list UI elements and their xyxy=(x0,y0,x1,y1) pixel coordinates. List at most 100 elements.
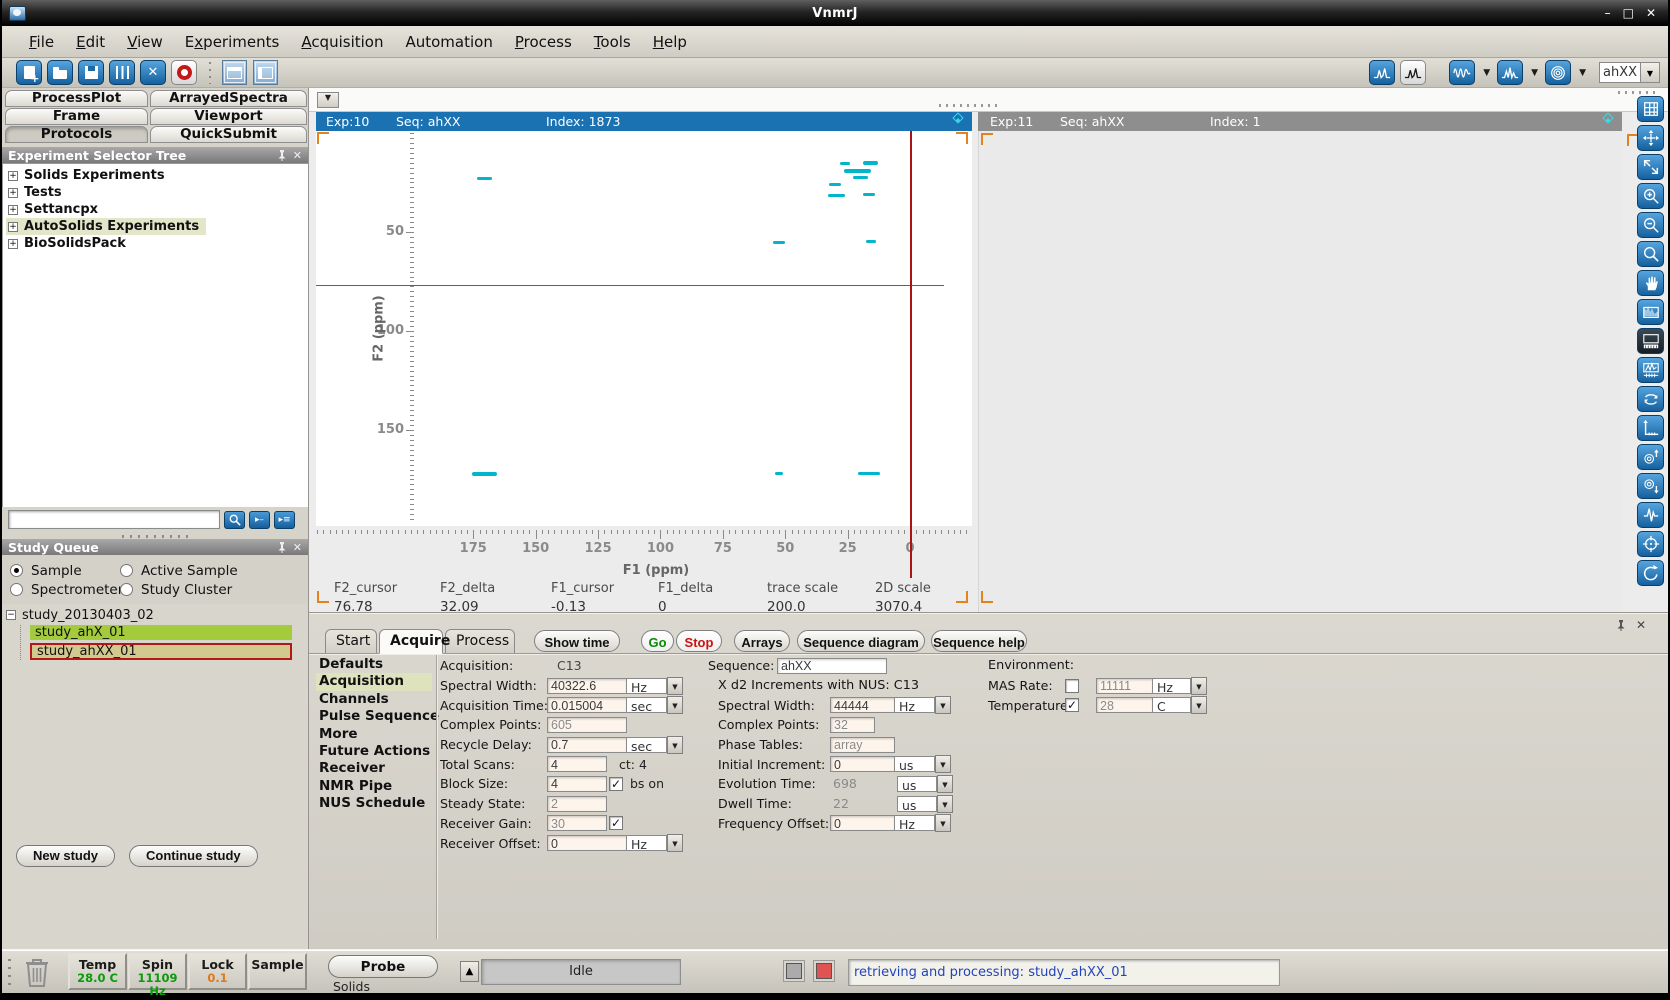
status-indicator-gray-button[interactable] xyxy=(786,963,802,979)
pin-icon[interactable] xyxy=(277,542,287,553)
recycle-delay-input[interactable] xyxy=(547,737,627,753)
contour-display-button[interactable] xyxy=(1545,60,1571,85)
center-target-button[interactable] xyxy=(1637,531,1664,557)
status-indicator-red-button[interactable] xyxy=(816,963,832,979)
unit-dropdown-arrow[interactable]: ▼ xyxy=(937,795,953,813)
new-experiment-button[interactable] xyxy=(16,60,42,85)
recycle-delay-unit[interactable]: sec xyxy=(627,737,667,753)
tree-item-tests[interactable]: +Tests xyxy=(6,184,308,201)
sequence-diagram-button[interactable]: Sequence diagram xyxy=(797,630,925,652)
fid-display-button[interactable] xyxy=(1449,60,1475,85)
return-redraw-button[interactable] xyxy=(1637,560,1664,586)
spectrum-overlay-button[interactable] xyxy=(1637,299,1664,325)
close-panel-icon[interactable]: ✕ xyxy=(1636,618,1646,632)
maximize-button[interactable]: □ xyxy=(1623,6,1634,20)
radio-spectrometer[interactable] xyxy=(10,583,23,596)
category-nmr-pipe[interactable]: NMR Pipe xyxy=(316,778,432,795)
parameter-arrays-button[interactable] xyxy=(109,60,135,85)
prompt-view-button[interactable]: ▸– xyxy=(249,511,270,529)
tab-arrayedspectra[interactable]: ArrayedSpectra xyxy=(150,90,307,107)
category-defaults[interactable]: Defaults xyxy=(316,656,432,673)
menu-experiments[interactable]: Experiments xyxy=(174,33,291,51)
unit-dropdown-arrow[interactable]: ▼ xyxy=(667,834,683,852)
tree-item-autosolids-experiments[interactable]: +AutoSolids Experiments xyxy=(6,218,206,235)
tree-view-button[interactable]: ▸≡ xyxy=(274,511,295,529)
frame-selector-dropdown[interactable]: ▼ xyxy=(317,92,339,108)
spectrum-plot[interactable]: 175150125100755025050100150F1 (ppm)F2 (p… xyxy=(316,131,972,612)
dwell-time-unit[interactable]: us xyxy=(897,796,937,812)
zoom-out-button[interactable] xyxy=(1637,212,1664,238)
category-channels[interactable]: Channels xyxy=(316,691,432,708)
complex-points-input[interactable] xyxy=(547,717,627,733)
arrays-button[interactable]: Arrays xyxy=(734,630,790,652)
mas-rate-unit[interactable]: Hz xyxy=(1153,678,1191,694)
open-button[interactable] xyxy=(47,60,73,85)
close-button[interactable]: ✕ xyxy=(1646,6,1656,20)
collapse-icon[interactable]: − xyxy=(6,610,16,620)
tree-item-biosolidspack[interactable]: +BioSolidsPack xyxy=(6,235,308,252)
spin-monitor-button[interactable]: Spin11109 Hz xyxy=(128,953,187,990)
tab-processplot[interactable]: ProcessPlot xyxy=(5,90,148,107)
search-button[interactable] xyxy=(224,511,245,529)
f1-spectral-width-unit[interactable]: Hz xyxy=(895,697,935,713)
expand-icon[interactable]: + xyxy=(8,239,18,249)
menu-view[interactable]: View xyxy=(116,33,174,51)
tab-frame[interactable]: Frame xyxy=(5,108,148,125)
trace-axes-button[interactable] xyxy=(1637,415,1664,441)
display-spectrum-frame-button[interactable] xyxy=(1637,357,1664,383)
receiver-gain-checkbox[interactable]: ✓ xyxy=(609,816,623,830)
continue-study-button[interactable]: Continue study xyxy=(129,845,258,867)
menu-acquisition[interactable]: Acquisition xyxy=(290,33,394,51)
viewport-drag-handle[interactable] xyxy=(939,104,1001,107)
spectral-width-unit[interactable]: Hz xyxy=(627,678,667,694)
study-item-active[interactable]: study_ahXX_01 xyxy=(30,643,292,660)
unit-dropdown-arrow[interactable]: ▼ xyxy=(667,677,683,695)
unit-dropdown-arrow[interactable]: ▼ xyxy=(667,696,683,714)
acquisition-time-unit[interactable]: sec xyxy=(627,697,667,713)
unit-dropdown-arrow[interactable]: ▼ xyxy=(935,814,951,832)
workspace-combo-value[interactable]: ahXX xyxy=(1599,62,1641,83)
mas-rate-checkbox[interactable] xyxy=(1065,679,1079,693)
menu-tools[interactable]: Tools xyxy=(583,33,642,51)
expand-icon[interactable]: + xyxy=(8,188,18,198)
expand-icon[interactable]: + xyxy=(8,171,18,181)
go-button[interactable]: Go xyxy=(641,630,674,652)
spectrum-small-button[interactable] xyxy=(1369,60,1395,85)
toolbar-drag-handle[interactable] xyxy=(1618,91,1660,94)
menu-automation[interactable]: Automation xyxy=(394,33,503,51)
spectrum-display-button[interactable] xyxy=(1497,60,1523,85)
initial-increment-input[interactable] xyxy=(830,756,895,772)
f1-spectral-width-input[interactable] xyxy=(830,697,895,713)
spectrum-boxed-button[interactable] xyxy=(1400,60,1426,85)
frequency-offset-input[interactable] xyxy=(830,815,895,831)
zoom-in-button[interactable] xyxy=(1637,183,1664,209)
pin-icon[interactable] xyxy=(277,150,287,161)
temperature-unit[interactable]: C xyxy=(1153,697,1191,713)
tab-start[interactable]: Start xyxy=(325,629,377,654)
display-baseline-button[interactable] xyxy=(1637,328,1664,354)
pan-hand-button[interactable] xyxy=(1637,270,1664,296)
menu-edit[interactable]: Edit xyxy=(65,33,116,51)
radio-study-cluster[interactable] xyxy=(120,583,133,596)
menu-process[interactable]: Process xyxy=(504,33,583,51)
contour-display-dropdown-arrow[interactable]: ▼ xyxy=(1579,68,1586,78)
minimize-button[interactable]: – xyxy=(1605,6,1611,20)
grid-button[interactable] xyxy=(1637,96,1664,122)
study-root-item[interactable]: −study_20130403_02 xyxy=(6,607,308,623)
contour-level-up-button[interactable] xyxy=(1637,444,1664,470)
temp-monitor-button[interactable]: Temp28.0 C xyxy=(68,953,127,990)
viewport-1-content[interactable]: 175150125100755025050100150F1 (ppm)F2 (p… xyxy=(316,131,972,612)
sequence-input[interactable] xyxy=(777,658,887,674)
evolution-time-unit[interactable]: us xyxy=(897,776,937,792)
tree-item-settancpx[interactable]: +Settancpx xyxy=(6,201,308,218)
layout-split-horizontal-button[interactable] xyxy=(222,60,247,85)
new-study-button[interactable]: New study xyxy=(16,845,115,867)
f1-complex-points-input[interactable] xyxy=(830,717,875,733)
tab-acquire[interactable]: Acquire xyxy=(379,629,443,654)
tab-quicksubmit[interactable]: QuickSubmit xyxy=(150,126,307,143)
protocol-search-input[interactable] xyxy=(8,510,220,529)
block-size-input[interactable] xyxy=(547,776,607,792)
total-scans-input[interactable] xyxy=(547,756,607,772)
receiver-offset-input[interactable] xyxy=(547,835,627,851)
tab-viewport[interactable]: Viewport xyxy=(150,108,307,125)
